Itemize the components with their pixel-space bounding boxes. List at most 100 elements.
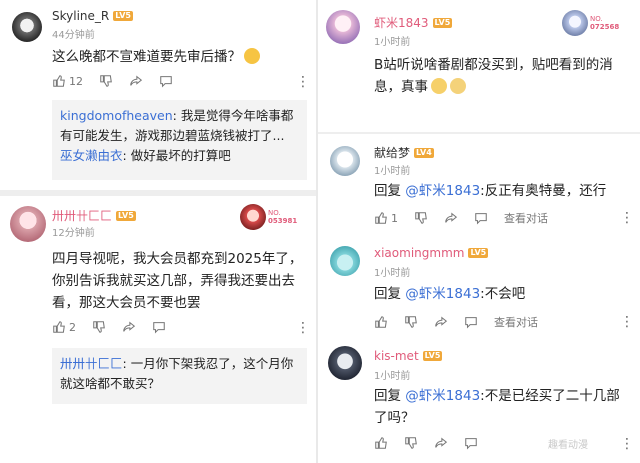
username[interactable]: xiaomingmmm LV5: [374, 246, 489, 260]
emoji-icon: [450, 78, 466, 94]
comment-icon: [160, 76, 172, 88]
dislike-button[interactable]: [99, 74, 113, 88]
username-text[interactable]: 献给梦: [374, 144, 410, 161]
reply-prefix: 回复: [374, 183, 401, 199]
share-icon: [435, 437, 448, 448]
avatar[interactable]: [330, 146, 360, 176]
level-badge: LV4: [414, 147, 434, 158]
comment-time: 1小时前: [374, 268, 411, 279]
share-icon: [130, 75, 143, 86]
like-button[interactable]: 1: [374, 211, 398, 225]
like-button[interactable]: 2: [52, 320, 76, 334]
comment-time: 12分钟前: [52, 228, 95, 239]
watermark: 趣看动漫: [548, 440, 588, 451]
reply-preview[interactable]: 卅卅卄匚匚: 一月你下架我忍了，这个月你就这啥都不敢买？: [52, 348, 307, 404]
mention-link[interactable]: @虾米1843: [405, 388, 480, 404]
username[interactable]: kis-met LV5: [374, 349, 443, 363]
comment-text: 这么晚都不宣难道要先审后播？: [52, 46, 307, 68]
thumbs-up-icon: [375, 212, 387, 224]
thumbs-up-icon: [53, 321, 65, 333]
username[interactable]: 卅卅卄匚匚 LV5: [52, 207, 136, 224]
share-icon: [123, 321, 136, 332]
share-button[interactable]: [129, 74, 143, 88]
reply-author[interactable]: 卅卅卄匚匚: [60, 356, 123, 371]
dislike-button[interactable]: [414, 211, 428, 225]
more-options-icon[interactable]: ⋮: [620, 315, 634, 329]
comment-text-content: :反正有奥特曼，还行: [480, 183, 607, 199]
username-text[interactable]: 虾米1843: [374, 14, 429, 31]
thumbs-down-icon: [405, 437, 417, 449]
view-conversation-link[interactable]: 查看对话: [504, 210, 548, 226]
comment-text: B站听说啥番剧都没买到，贴吧看到的消息，真事: [374, 54, 632, 98]
comment-actions: [374, 436, 494, 450]
reply-prefix: 回复: [374, 388, 401, 404]
fan-medal[interactable]: NO. 072568: [562, 8, 620, 38]
level-badge: LV5: [432, 17, 453, 28]
share-button[interactable]: [444, 211, 458, 225]
avatar[interactable]: [12, 12, 42, 42]
emoji-icon: [244, 48, 260, 64]
comment-actions: 12: [52, 74, 189, 88]
medal-prefix: NO.: [590, 15, 603, 23]
more-options-icon[interactable]: ⋮: [296, 75, 310, 89]
like-button[interactable]: [374, 315, 388, 329]
avatar[interactable]: [330, 246, 360, 276]
dislike-button[interactable]: [404, 315, 418, 329]
share-button[interactable]: [122, 320, 136, 334]
reply-text: 做好最坏的打算吧: [130, 148, 231, 163]
share-icon: [435, 316, 448, 327]
comment-text-content: :不会吧: [480, 286, 526, 302]
more-options-icon[interactable]: ⋮: [620, 437, 634, 451]
username-text[interactable]: kis-met: [374, 349, 419, 363]
medal-number: NO. 072568: [590, 15, 619, 31]
reply-button[interactable]: [152, 320, 166, 334]
username[interactable]: 献给梦 LV4: [374, 144, 434, 161]
username-text[interactable]: 卅卅卄匚匚: [52, 207, 112, 224]
username[interactable]: Skyline_R LV5: [52, 9, 133, 23]
medal-prefix: NO.: [268, 209, 281, 217]
share-button[interactable]: [434, 436, 448, 450]
mention-link[interactable]: @虾米1843: [405, 183, 480, 199]
comment-actions: 1 查看对话: [374, 210, 564, 226]
right-comment-panel: 虾米1843 LV5 1小时前 NO. 072568 B站听说啥番剧都没买到，贴…: [318, 0, 640, 463]
avatar[interactable]: [10, 206, 46, 242]
reply-button[interactable]: [464, 315, 478, 329]
reply-button[interactable]: [159, 74, 173, 88]
more-options-icon[interactable]: ⋮: [620, 211, 634, 225]
reply-author[interactable]: 巫女濑由衣: [60, 148, 123, 163]
share-button[interactable]: [434, 315, 448, 329]
comment-text: 回复 @虾米1843:不是已经买了二十几部了吗？: [374, 385, 632, 429]
like-button[interactable]: 12: [52, 74, 83, 88]
thumbs-down-icon: [93, 321, 105, 333]
medal-number: NO. 053981: [268, 209, 297, 225]
username-text[interactable]: xiaomingmmm: [374, 246, 464, 260]
medal-icon: [562, 10, 588, 36]
mention-link[interactable]: @虾米1843: [405, 286, 480, 302]
reply-preview[interactable]: kingdomofheaven: 我是觉得今年啥事都有可能发生，游戏那边碧蓝烧钱…: [52, 100, 307, 180]
comment-text: 回复 @虾米1843:反正有奥特曼，还行: [374, 180, 632, 202]
reply-item: 巫女濑由衣: 做好最坏的打算吧: [60, 148, 231, 163]
username-text[interactable]: Skyline_R: [52, 9, 109, 23]
level-badge: LV5: [468, 248, 489, 258]
more-options-icon[interactable]: ⋮: [296, 321, 310, 335]
level-badge: LV5: [422, 351, 443, 361]
view-conversation-link[interactable]: 查看对话: [494, 314, 538, 330]
reply-button[interactable]: [474, 211, 488, 225]
username[interactable]: 虾米1843 LV5: [374, 14, 453, 31]
fan-medal[interactable]: NO. 053981: [240, 202, 298, 232]
thumbs-down-icon: [415, 212, 427, 224]
comment-text: 四月导视呢，我大会员都充到2025年了，你别告诉我就买这几部，弄得我还要出去看，…: [52, 251, 303, 311]
reply-button[interactable]: [464, 436, 478, 450]
comment-time: 44分钟前: [52, 30, 95, 41]
dislike-button[interactable]: [92, 320, 106, 334]
reply-prefix: 回复: [374, 286, 401, 302]
comment-time: 1小时前: [374, 37, 411, 48]
level-badge: LV5: [116, 210, 136, 221]
like-button[interactable]: [374, 436, 388, 450]
medal-num: 053981: [268, 217, 298, 225]
reply-author[interactable]: kingdomofheaven: [60, 108, 173, 123]
avatar[interactable]: [328, 346, 362, 380]
comment-actions: 查看对话: [374, 314, 554, 330]
avatar[interactable]: [326, 10, 360, 44]
dislike-button[interactable]: [404, 436, 418, 450]
